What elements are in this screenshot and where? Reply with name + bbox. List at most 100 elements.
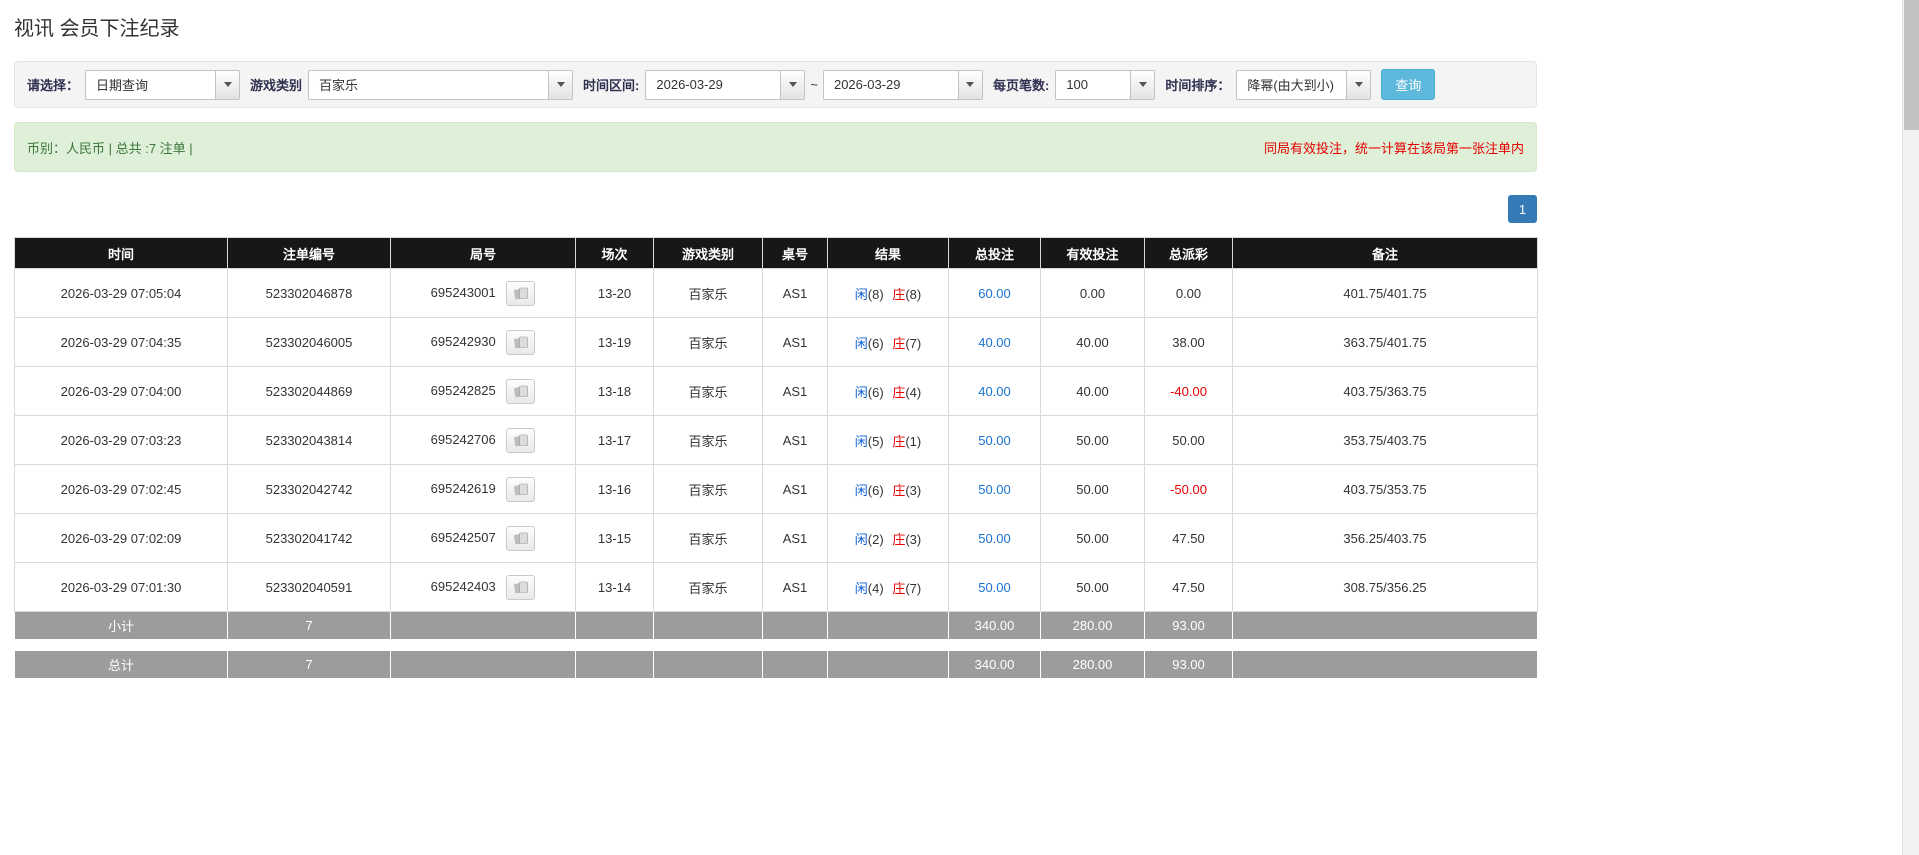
cell-total-bet[interactable]: 60.00: [948, 268, 1041, 318]
view-round-cards-button[interactable]: [506, 525, 536, 551]
date-to-select[interactable]: 2026-03-29: [822, 69, 983, 100]
cell-game: 百家乐: [653, 366, 763, 416]
game-type-value: 百家乐: [319, 78, 359, 93]
result-player-label: 闲: [854, 531, 868, 547]
scrollbar-thumb[interactable]: [1904, 0, 1919, 130]
range-separator: ~: [810, 77, 818, 92]
chevron-down-icon[interactable]: [215, 70, 240, 99]
round-id: 695243001: [430, 284, 496, 300]
page-button-1[interactable]: 1: [1508, 195, 1537, 223]
result-player-label: 闲: [854, 384, 868, 400]
grand-total-total-bet: 340.00: [948, 650, 1041, 679]
bet-record-row: 2026-03-29 07:03:23 523302043814 6952427…: [14, 415, 1538, 465]
empty-cell: [827, 650, 949, 679]
cell-total-bet[interactable]: 50.00: [948, 415, 1041, 465]
cards-icon: [513, 336, 528, 348]
cell-valid-bet: 50.00: [1040, 464, 1145, 514]
cell-round: 695242619: [390, 464, 576, 514]
chevron-down-icon[interactable]: [548, 70, 573, 99]
view-round-cards-button[interactable]: [506, 427, 536, 453]
view-round-cards-button[interactable]: [506, 574, 536, 600]
query-type-label: 请选择：: [27, 78, 80, 93]
cell-bet-id: 523302043814: [227, 415, 391, 465]
currency-total-summary: 币别：人民币 | 总共 :7 注单 |: [27, 140, 193, 156]
empty-cell: [653, 611, 763, 640]
subtotal-total-bet: 340.00: [948, 611, 1041, 640]
result-banker-score: (3): [905, 482, 922, 498]
result-banker-label: 庄: [892, 384, 906, 400]
bet-record-row: 2026-03-29 07:02:45 523302042742 6952426…: [14, 464, 1538, 514]
valid-bet-notice: 同局有效投注，统一计算在该局第一张注单内: [1263, 140, 1524, 156]
view-round-cards-button[interactable]: [506, 280, 536, 306]
cell-table: AS1: [762, 268, 828, 318]
grand-total-count: 7: [227, 650, 391, 679]
grand-total-label: 总计: [14, 650, 228, 679]
table-body: 2026-03-29 07:05:04 523302046878 6952430…: [14, 268, 1538, 612]
result-player-label: 闲: [854, 433, 868, 449]
chevron-down-icon[interactable]: [780, 70, 805, 99]
cell-session: 13-18: [575, 366, 654, 416]
cell-game: 百家乐: [653, 268, 763, 318]
view-round-cards-button[interactable]: [506, 378, 536, 404]
col-header-bet-id: 注单编号: [227, 237, 391, 269]
result-banker-score: (1): [905, 433, 922, 449]
result-player-score: (6): [867, 482, 884, 498]
scrollbar[interactable]: [1902, 0, 1919, 855]
cell-bet-id: 523302040591: [227, 562, 391, 612]
empty-cell: [390, 650, 576, 679]
cell-time: 2026-03-29 07:04:00: [14, 366, 228, 416]
game-type-select[interactable]: 百家乐: [308, 69, 574, 100]
page-size-label: 每页笔数:: [992, 78, 1050, 93]
cell-game: 百家乐: [653, 415, 763, 465]
cell-note: 403.75/353.75: [1232, 464, 1538, 514]
cell-note: 401.75/401.75: [1232, 268, 1538, 318]
cell-result: 闲(6) 庄(7): [827, 317, 949, 367]
date-to-value: 2026-03-29: [833, 77, 901, 92]
chevron-down-icon[interactable]: [1346, 70, 1371, 99]
round-id: 695242825: [430, 382, 496, 398]
cell-session: 13-20: [575, 268, 654, 318]
cell-note: 363.75/401.75: [1232, 317, 1538, 367]
result-player-label: 闲: [854, 482, 868, 498]
subtotal-count: 7: [227, 611, 391, 640]
chevron-down-icon[interactable]: [1130, 70, 1155, 99]
cell-bet-id: 523302046005: [227, 317, 391, 367]
empty-cell: [762, 611, 828, 640]
view-round-cards-button[interactable]: [506, 476, 536, 502]
cell-bet-id: 523302042742: [227, 464, 391, 514]
cell-note: 403.75/363.75: [1232, 366, 1538, 416]
cell-game: 百家乐: [653, 317, 763, 367]
cell-table: AS1: [762, 366, 828, 416]
result-banker-score: (8): [905, 286, 922, 302]
cell-note: 308.75/356.25: [1232, 562, 1538, 612]
bet-record-row: 2026-03-29 07:02:09 523302041742 6952425…: [14, 513, 1538, 563]
result-player-label: 闲: [854, 335, 868, 351]
cell-result: 闲(2) 庄(3): [827, 513, 949, 563]
chevron-down-icon[interactable]: [957, 70, 982, 99]
sort-order-select[interactable]: 降幂(由大到小): [1236, 69, 1372, 100]
search-button[interactable]: 查询: [1381, 69, 1436, 100]
cell-valid-bet: 0.00: [1040, 268, 1145, 318]
view-round-cards-button[interactable]: [506, 329, 536, 355]
cell-result: 闲(6) 庄(4): [827, 366, 949, 416]
cell-result: 闲(4) 庄(7): [827, 562, 949, 612]
cell-payout: 50.00: [1144, 415, 1233, 465]
cell-total-bet[interactable]: 40.00: [948, 366, 1041, 416]
cell-session: 13-15: [575, 513, 654, 563]
cell-total-bet[interactable]: 50.00: [948, 562, 1041, 612]
page-size-select[interactable]: 100: [1055, 69, 1156, 100]
result-banker-score: (3): [905, 531, 922, 547]
result-banker-label: 庄: [892, 531, 906, 547]
cell-round: 695243001: [390, 268, 576, 318]
time-range-label: 时间区间:: [583, 78, 640, 93]
cell-total-bet[interactable]: 50.00: [948, 464, 1041, 514]
query-type-select[interactable]: 日期查询: [85, 69, 241, 100]
cell-total-bet[interactable]: 40.00: [948, 317, 1041, 367]
date-from-select[interactable]: 2026-03-29: [645, 69, 806, 100]
result-banker-score: (4): [905, 384, 922, 400]
cell-result: 闲(5) 庄(1): [827, 415, 949, 465]
pagination: 1: [14, 195, 1537, 223]
cell-total-bet[interactable]: 50.00: [948, 513, 1041, 563]
subtotal-payout: 93.00: [1144, 611, 1233, 640]
subtotal-valid-bet: 280.00: [1040, 611, 1145, 640]
